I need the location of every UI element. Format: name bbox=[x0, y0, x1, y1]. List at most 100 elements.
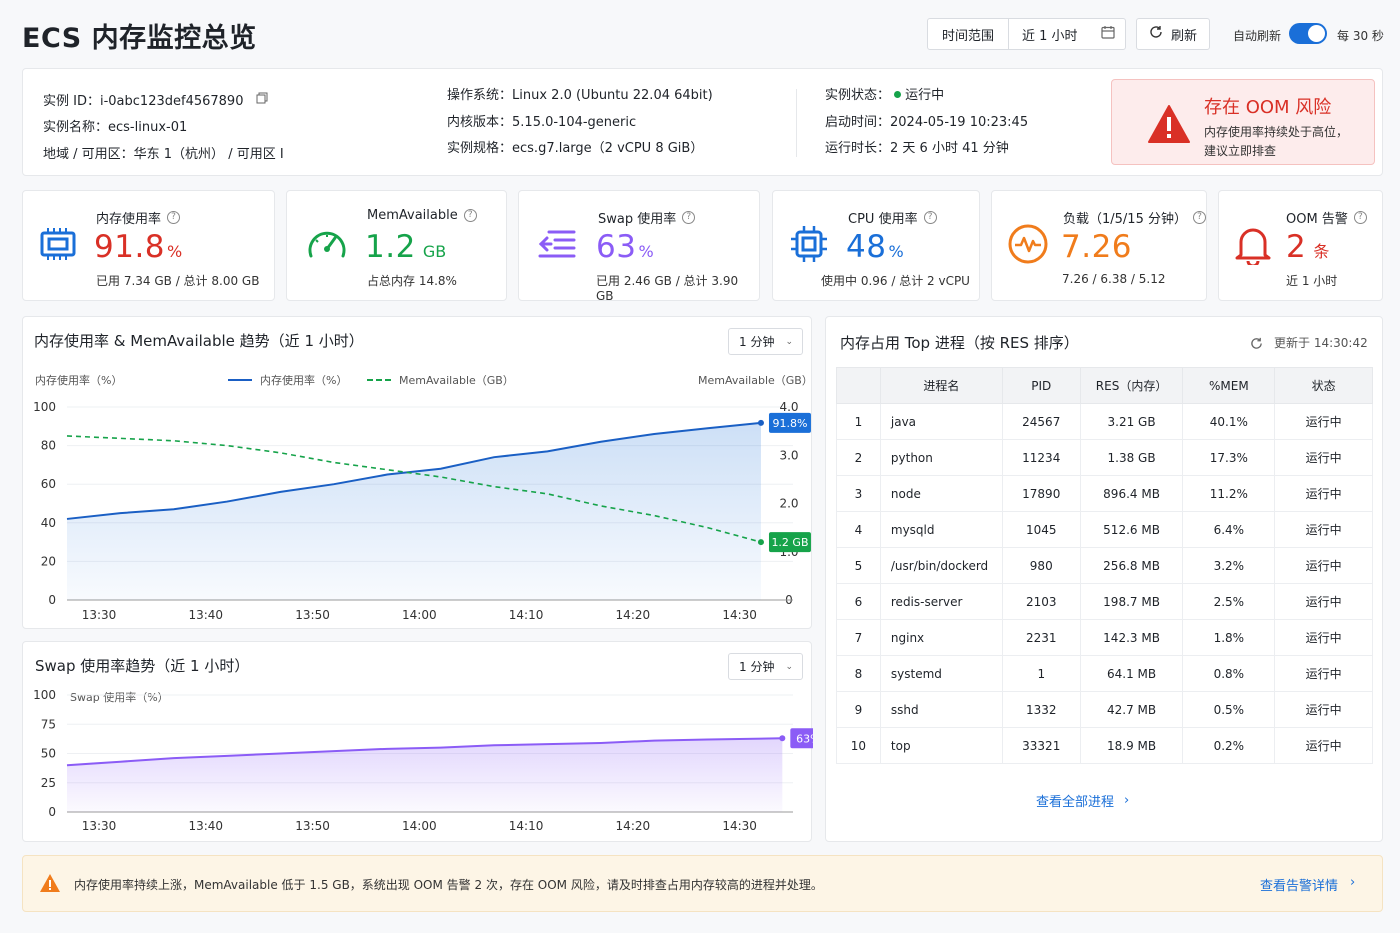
refresh-icon[interactable] bbox=[1250, 335, 1263, 354]
process-name: sshd bbox=[879, 691, 1003, 728]
chevron-right-icon: › bbox=[1124, 793, 1130, 808]
help-icon[interactable]: ? bbox=[167, 211, 181, 224]
y-tick-label: 100 bbox=[33, 688, 56, 702]
process-name: systemd bbox=[879, 655, 1003, 692]
table-row[interactable]: 2 python 11234 1.38 GB 17.3% 运行中 bbox=[836, 439, 1373, 476]
kpi-load: 负载（1/5/15 分钟）? 7.26 7.26 / 6.38 / 5.12 bbox=[991, 190, 1207, 301]
table-row[interactable]: 5/usr/bin/dockerd 980 256.8 MB 3.2% 运行中 bbox=[836, 547, 1373, 584]
kpi-title: 负载（1/5/15 分钟） bbox=[1063, 212, 1187, 227]
process-mem: 3.2% bbox=[1182, 547, 1276, 584]
kpi-title: OOM 告警 bbox=[1286, 212, 1348, 227]
kpi-sub: 已用 7.34 GB / 总计 8.00 GB bbox=[96, 274, 260, 288]
divider bbox=[796, 89, 797, 157]
process-res: 64.1 MB bbox=[1079, 655, 1184, 692]
row-index: 6 bbox=[836, 583, 881, 620]
process-res: 256.8 MB bbox=[1079, 547, 1184, 584]
y-tick-label: 20 bbox=[41, 554, 56, 568]
y-tick-label: 0 bbox=[48, 593, 56, 607]
swap-trend-card: Swap 使用率趋势（近 1 小时） 1 分钟 ⌄ Swap 使用率（%） 02… bbox=[22, 641, 813, 842]
auto-refresh-label: 自动刷新 bbox=[1233, 29, 1282, 43]
kpi-title: 内存使用率 bbox=[96, 212, 162, 227]
col-pid[interactable]: PID bbox=[1001, 367, 1081, 404]
instance-region: 华东 1（杭州） / 可用区 I bbox=[133, 146, 284, 162]
kpi-value: 91.8 bbox=[94, 229, 166, 265]
swap-end-point bbox=[779, 735, 786, 742]
copy-icon[interactable] bbox=[256, 88, 268, 115]
kpi-unit: 条 bbox=[1313, 242, 1330, 261]
right-axis-label: MemAvailable（GB） bbox=[698, 374, 813, 387]
kpi-value: 2 bbox=[1286, 229, 1307, 265]
instance-id: i-0abc123def4567890 bbox=[99, 93, 244, 109]
left-axis-label: 内存使用率（%） bbox=[35, 374, 123, 387]
table-row[interactable]: 1 java 24567 3.21 GB 40.1% 运行中 bbox=[836, 403, 1373, 440]
table-row[interactable]: 3 node 17890 896.4 MB 11.2% 运行中 bbox=[836, 475, 1373, 512]
help-icon[interactable]: ? bbox=[1192, 211, 1206, 224]
help-icon[interactable]: ? bbox=[1353, 211, 1367, 224]
interval-select[interactable]: 1 分钟 ⌄ bbox=[728, 328, 803, 355]
x-tick-label: 13:50 bbox=[295, 819, 330, 833]
process-mem: 17.3% bbox=[1182, 439, 1276, 476]
status-value: 运行中 bbox=[905, 88, 945, 103]
chart-title: Swap 使用率趋势（近 1 小时） bbox=[35, 657, 250, 675]
status-row: 实例状态： 运行中 bbox=[825, 88, 945, 103]
memory-end-point bbox=[757, 419, 764, 426]
process-res: 42.7 MB bbox=[1079, 691, 1184, 728]
process-mem: 0.8% bbox=[1182, 655, 1276, 692]
x-tick-label: 14:20 bbox=[616, 608, 651, 622]
kpi-value: 63 bbox=[596, 229, 637, 265]
risk-title: 存在 OOM 风险 bbox=[1204, 97, 1332, 118]
help-icon[interactable]: ? bbox=[463, 209, 477, 222]
x-tick-label: 14:10 bbox=[509, 608, 544, 622]
table-row[interactable]: 6 redis-server 2103 198.7 MB 2.5% 运行中 bbox=[836, 583, 1373, 620]
table-row[interactable]: 9 sshd 1332 42.7 MB 0.5% 运行中 bbox=[836, 691, 1373, 728]
top-process-card: 内存占用 Top 进程（按 RES 排序） 更新于 14:30:42 进程名 P… bbox=[825, 316, 1383, 842]
os-row: 操作系统：Linux 2.0 (Ubuntu 22.04 64bit) bbox=[447, 88, 713, 103]
alert-detail-link[interactable]: 查看告警详情 › bbox=[1260, 875, 1355, 894]
kpi-mem-available: MemAvailable? 1.2 GB 占总内存 14.8% bbox=[286, 190, 507, 301]
x-tick-label: 14:10 bbox=[509, 819, 544, 833]
table-row[interactable]: 4 mysqld 1045 512.6 MB 6.4% 运行中 bbox=[836, 511, 1373, 548]
instance-name: ecs-linux-01 bbox=[108, 120, 188, 136]
chevron-right-icon: › bbox=[1350, 875, 1356, 890]
process-pid: 1045 bbox=[1001, 511, 1081, 548]
refresh-button[interactable]: 刷新 bbox=[1136, 18, 1210, 50]
y-tick-label: 100 bbox=[33, 400, 56, 414]
process-status: 运行中 bbox=[1274, 655, 1373, 692]
x-tick-label: 13:30 bbox=[82, 819, 117, 833]
col-index bbox=[836, 367, 881, 404]
help-icon[interactable]: ? bbox=[682, 211, 696, 224]
toggle-knob bbox=[1308, 25, 1325, 42]
oom-risk-panel: 存在 OOM 风险 内存使用率持续处于高位， 建议立即排查 bbox=[1111, 79, 1375, 165]
y-tick-label: 75 bbox=[41, 717, 56, 731]
process-status: 运行中 bbox=[1274, 619, 1373, 656]
table-row[interactable]: 7 nginx 2231 142.3 MB 1.8% 运行中 bbox=[836, 619, 1373, 656]
interval-select[interactable]: 1 分钟 ⌄ bbox=[728, 653, 803, 680]
col-res[interactable]: RES（内存） bbox=[1079, 367, 1184, 404]
process-name: redis-server bbox=[879, 583, 1003, 620]
available-end-label: 1.2 GB bbox=[771, 536, 808, 549]
process-mem: 1.8% bbox=[1182, 619, 1276, 656]
help-icon[interactable]: ? bbox=[923, 211, 937, 224]
col-mem[interactable]: %MEM bbox=[1182, 367, 1276, 404]
auto-refresh-toggle[interactable] bbox=[1289, 23, 1327, 44]
legend-available: MemAvailable（GB） bbox=[367, 372, 514, 388]
time-range-selector[interactable]: 时间范围 近 1 小时 bbox=[927, 18, 1126, 50]
row-index: 1 bbox=[836, 403, 881, 440]
row-index: 10 bbox=[836, 727, 881, 764]
kpi-sub: 近 1 小时 bbox=[1286, 274, 1338, 288]
calendar-icon bbox=[1101, 25, 1115, 43]
process-pid: 1332 bbox=[1001, 691, 1081, 728]
table-row[interactable]: 10 top 33321 18.9 MB 0.2% 运行中 bbox=[836, 727, 1373, 764]
y-tick-label: 0 bbox=[48, 805, 56, 819]
col-status[interactable]: 状态 bbox=[1274, 367, 1373, 404]
process-name: python bbox=[879, 439, 1003, 476]
col-name[interactable]: 进程名 bbox=[879, 367, 1003, 404]
table-row[interactable]: 8 systemd 1 64.1 MB 0.8% 运行中 bbox=[836, 655, 1373, 692]
swap-trend-chart: 0 25 50 75 100 13:30 13:40 13:50 14:00 14:10 14:20… bbox=[33, 688, 813, 833]
view-all-processes-link[interactable]: 查看全部进程 › bbox=[1036, 791, 1129, 810]
row-index: 8 bbox=[836, 655, 881, 692]
memory-area bbox=[67, 422, 761, 600]
process-res: 1.38 GB bbox=[1079, 439, 1184, 476]
status-dot-icon bbox=[894, 91, 902, 98]
instance-id-row: 实例 ID：i-0abc123def4567890 bbox=[43, 88, 284, 115]
